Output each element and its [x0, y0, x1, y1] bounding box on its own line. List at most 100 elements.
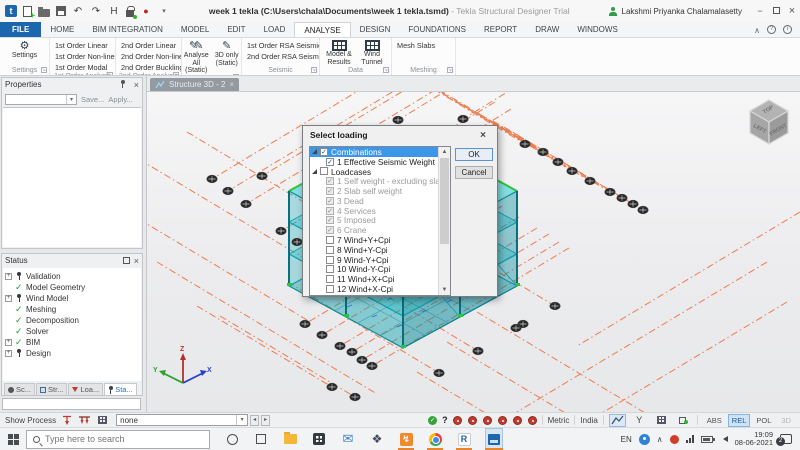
grid-bubble[interactable] — [552, 157, 564, 167]
loading-item-5-imposed[interactable]: 5 Imposed — [310, 215, 438, 225]
loading-item-4-services[interactable]: 4 Services — [310, 206, 438, 216]
view-cube[interactable]: TOP LEFT FRONT — [748, 99, 790, 146]
dialog-close-icon[interactable]: × — [476, 130, 490, 141]
process-select[interactable]: none ▾ — [116, 414, 249, 426]
load-toggle-icon-5[interactable] — [512, 415, 522, 425]
grid-bubble[interactable] — [627, 199, 639, 209]
scroll-down-icon[interactable]: ▼ — [439, 285, 450, 295]
taskbar-search[interactable] — [26, 429, 210, 449]
toggle-rel[interactable]: REL — [727, 413, 751, 427]
checkbox-combinations[interactable] — [320, 147, 328, 156]
dialog-launcher-seismic[interactable] — [311, 67, 317, 73]
toggle-abs[interactable]: ABS — [703, 414, 726, 427]
grid-bubble[interactable] — [472, 346, 484, 356]
search-input[interactable] — [45, 434, 185, 444]
panel-tab-sc[interactable]: Sc... — [4, 383, 36, 395]
dialog-launcher-meshing[interactable] — [447, 67, 453, 73]
open-folder-icon[interactable] — [38, 6, 50, 17]
ribbon-tab-file[interactable]: FILE — [0, 22, 42, 37]
grid-bubble[interactable] — [291, 237, 303, 247]
status-item-wind-model[interactable]: + Wind Model — [5, 293, 139, 304]
dialog-title-bar[interactable]: Select loading × — [303, 126, 497, 144]
checkbox-9-wind-y-cpi[interactable] — [326, 255, 334, 264]
ribbon-button-2nd-order-non-linear[interactable]: 2nd Order Non-linear — [119, 51, 181, 62]
grid-bubble[interactable] — [457, 114, 469, 124]
panel-tab-loa[interactable]: Loa... — [68, 383, 104, 395]
ribbon-button-settings[interactable]: ⚙ Settings — [3, 39, 47, 65]
status-item-decomposition[interactable]: Decomposition — [5, 315, 139, 326]
chrome-icon[interactable] — [427, 428, 443, 450]
mail-icon[interactable]: ✉ — [340, 428, 356, 450]
ribbon-tab-windows[interactable]: WINDOWS — [568, 22, 626, 37]
ribbon-button-1st-order-rsa-seismic[interactable]: 1st Order RSA Seismic — [245, 40, 319, 51]
apply-preset-link[interactable]: Apply... — [108, 95, 132, 104]
checkbox-12-wind-x-cpi[interactable] — [326, 285, 334, 294]
loading-item-10-wind-y-cpi[interactable]: 10 Wind-Y-Cpi — [310, 264, 438, 274]
checkbox-7-wind-y-cpi[interactable] — [326, 236, 334, 245]
loading-item-combinations[interactable]: Combinations — [310, 147, 438, 157]
document-tab[interactable]: Structure 3D - 2 × — [150, 78, 240, 91]
country-label[interactable]: India — [580, 416, 597, 425]
ribbon-tab-draw[interactable]: DRAW — [526, 22, 568, 37]
loading-item-11-wind-x-cpi[interactable]: 11 Wind+X+Cpi — [310, 274, 438, 284]
dropbox-icon[interactable]: ❖ — [369, 428, 385, 450]
pin-icon[interactable] — [120, 80, 126, 89]
loading-item-1-self-weight-excluding-slabs[interactable]: 1 Self weight - excluding slabs — [310, 176, 449, 186]
grid-bubble[interactable] — [206, 174, 218, 184]
loading-item-12-wind-x-cpi[interactable]: 12 Wind+X-Cpi — [310, 284, 438, 294]
grid-bubble[interactable] — [326, 382, 338, 392]
grid-bubble[interactable] — [346, 347, 358, 357]
record-icon[interactable]: ● — [140, 5, 152, 17]
document-close-icon[interactable]: × — [229, 80, 234, 89]
tray-expand-icon[interactable] — [657, 435, 663, 444]
tekla-app-icon[interactable] — [485, 428, 503, 450]
new-file-icon[interactable] — [23, 5, 35, 20]
grid-bubble[interactable] — [637, 205, 649, 215]
point-load-icon[interactable] — [59, 414, 74, 426]
ribbon-tab-edit[interactable]: EDIT — [218, 22, 254, 37]
ribbon-button-2nd-order-buckling[interactable]: 2nd Order Buckling — [119, 62, 181, 73]
ribbon-button-wind-tunnel[interactable]: Wind Tunnel — [357, 39, 388, 66]
ribbon-tab-bim-integration[interactable]: BIM INTEGRATION — [83, 22, 172, 37]
axes-y-icon[interactable] — [631, 414, 648, 427]
checkbox-1-effective-seismic-weight[interactable] — [326, 157, 334, 166]
minimize-button[interactable] — [752, 0, 768, 22]
redo-icon[interactable]: ↷ — [90, 5, 102, 17]
toggle-3d[interactable]: 3D — [777, 414, 795, 427]
ribbon-button-2nd-order-linear[interactable]: 2nd Order Linear — [119, 40, 178, 51]
info-icon[interactable]: i — [783, 25, 792, 34]
grid-bubble[interactable] — [566, 166, 578, 176]
undo-icon[interactable]: ↶ — [72, 5, 84, 17]
loading-item-8-wind-y-cpi[interactable]: 8 Wind+Y-Cpi — [310, 245, 438, 255]
ribbon-button-model-results[interactable]: Model & Results — [324, 39, 355, 66]
status-item-design[interactable]: + Design — [5, 348, 139, 359]
status-item-model-geometry[interactable]: Model Geometry — [5, 282, 139, 293]
grid-bubble[interactable] — [256, 171, 268, 181]
ribbon-tab-home[interactable]: HOME — [41, 22, 83, 37]
checkbox-8-wind-y-cpi[interactable] — [326, 245, 334, 254]
loading-item-13-wind-x-cpi[interactable]: 13 Wind-X+Cpi — [310, 294, 438, 295]
ribbon-tab-load[interactable]: LOAD — [255, 22, 295, 37]
flash-app-icon[interactable]: ↯ — [398, 428, 414, 450]
grid-bubble[interactable] — [222, 186, 234, 196]
user-account[interactable]: Lakshmi Priyanka Chalamalasetty — [609, 6, 742, 16]
checkbox-loadcases[interactable] — [320, 167, 328, 176]
dialog-launcher-1st-order-analysis[interactable] — [107, 72, 113, 75]
scrollbar-thumb[interactable] — [440, 158, 449, 244]
checkbox-10-wind-y-cpi[interactable] — [326, 265, 334, 274]
grid-bubble[interactable] — [316, 330, 328, 340]
save-icon[interactable] — [56, 6, 66, 16]
load-toggle-icon-1[interactable] — [452, 415, 462, 425]
grid-bubble[interactable] — [349, 392, 361, 402]
ribbon-button-analyse-all-static[interactable]: ✎✎ Analyse All (Static) — [182, 39, 211, 75]
grid-bubble[interactable] — [604, 187, 616, 197]
grid-bubble[interactable] — [616, 193, 628, 203]
ok-button[interactable]: OK — [455, 148, 493, 161]
status-close-icon[interactable]: × — [134, 256, 139, 266]
snap-points-icon[interactable] — [675, 414, 692, 427]
language-indicator[interactable]: EN — [621, 435, 632, 444]
check-status-icon[interactable] — [428, 415, 438, 425]
load-toggle-icon-3[interactable] — [482, 415, 492, 425]
ribbon-button-mesh-slabs[interactable]: Mesh Slabs — [395, 40, 452, 51]
ribbon-tab-model[interactable]: MODEL — [172, 22, 218, 37]
